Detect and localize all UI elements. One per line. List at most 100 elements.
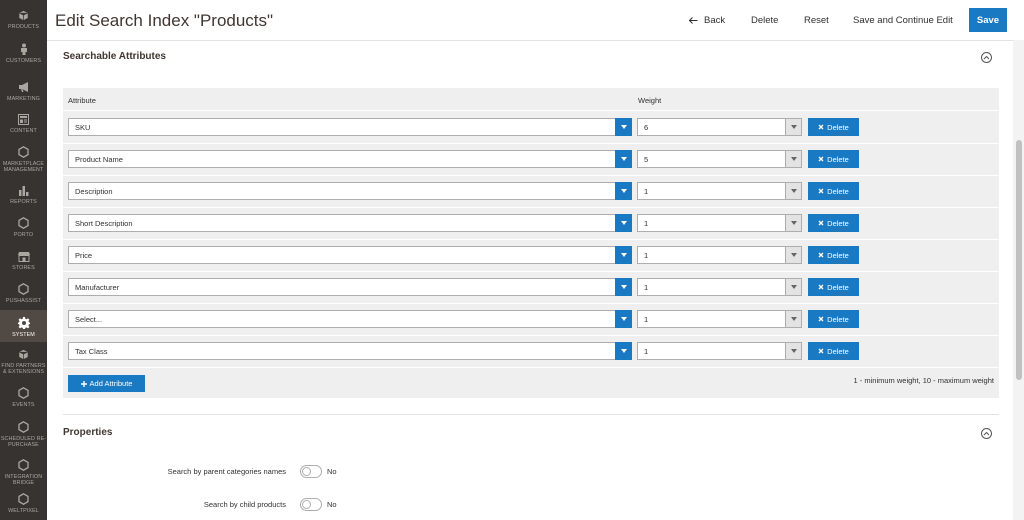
toggle-value: No: [327, 500, 337, 509]
field-label-parent-categories: Search by parent categories names: [167, 467, 286, 476]
chevron-down-icon: [615, 278, 632, 296]
chevron-down-icon: [785, 215, 801, 231]
nav-item-system[interactable]: SYSTEM: [0, 310, 47, 342]
bar-chart-icon: [17, 183, 31, 197]
row-divider: [63, 143, 999, 144]
nav-label: SYSTEM: [12, 332, 35, 338]
collapse-icon[interactable]: [981, 52, 992, 63]
back-label: Back: [704, 14, 726, 26]
attribute-select[interactable]: Short Description: [68, 214, 632, 232]
plus-icon: [80, 380, 87, 387]
back-button[interactable]: Back: [689, 8, 725, 32]
attribute-select[interactable]: Product Name: [68, 150, 632, 168]
nav-item-porto[interactable]: PORTO: [0, 216, 47, 240]
save-button[interactable]: Save: [969, 8, 1007, 32]
chevron-down-icon: [785, 311, 801, 327]
admin-sidebar: PRODUCTS CUSTOMERS MARKETING CONTENT MAR…: [0, 0, 47, 520]
nav-item-stores[interactable]: STORES: [0, 249, 47, 273]
attribute-select[interactable]: SKU: [68, 118, 632, 136]
attribute-value: Short Description: [75, 218, 133, 228]
store-icon: [17, 249, 31, 263]
chevron-down-icon: [785, 343, 801, 359]
nav-item-products[interactable]: PRODUCTS: [0, 8, 47, 36]
attribute-value: Tax Class: [75, 346, 108, 356]
nav-label: FIND PARTNERS & EXTENSIONS: [1, 363, 46, 375]
delete-row-button[interactable]: Delete: [808, 342, 859, 360]
hexagon-icon: [17, 386, 31, 400]
scrollbar-thumb[interactable]: [1016, 140, 1022, 380]
row-divider: [63, 335, 999, 336]
chevron-down-icon: [615, 310, 632, 328]
weight-select[interactable]: 1: [637, 278, 802, 296]
delete-index-button[interactable]: Delete: [751, 8, 778, 32]
delete-row-button[interactable]: Delete: [808, 246, 859, 264]
weight-value: 1: [644, 218, 649, 228]
section-title-properties[interactable]: Properties: [63, 427, 112, 438]
attribute-select[interactable]: Description: [68, 182, 632, 200]
hexagon-icon: [17, 145, 31, 159]
nav-item-marketplace-management[interactable]: MARKETPLACE MANAGEMENT: [0, 145, 47, 175]
weight-value: 5: [644, 154, 649, 164]
weight-value: 1: [644, 346, 649, 356]
nav-item-content[interactable]: CONTENT: [0, 112, 47, 136]
attribute-value: Select...: [75, 314, 103, 324]
chevron-down-icon: [785, 247, 801, 263]
nav-item-marketing[interactable]: MARKETING: [0, 80, 47, 104]
nav-label: SCHEDULED RE-PURCHASE: [0, 436, 47, 448]
row-divider: [63, 175, 999, 176]
row-divider: [63, 110, 999, 111]
delete-row-button[interactable]: Delete: [808, 310, 859, 328]
weight-select[interactable]: 1: [637, 182, 802, 200]
nav-label: PRODUCTS: [7, 24, 40, 30]
weight-value: 1: [644, 186, 649, 196]
nav-item-reports[interactable]: REPORTS: [0, 183, 47, 207]
gear-icon: [17, 316, 31, 330]
add-attribute-label: Add Attribute: [89, 379, 133, 388]
close-icon: [818, 316, 824, 322]
nav-item-events[interactable]: EVENTS: [0, 386, 47, 410]
hexagon-icon: [17, 492, 31, 506]
close-icon: [818, 252, 824, 258]
nav-item-weltpixel[interactable]: WELTPIXEL: [0, 492, 47, 516]
delete-label: Delete: [827, 314, 849, 324]
nav-label: STORES: [12, 265, 35, 271]
row-divider: [63, 303, 999, 304]
cube-icon: [17, 8, 31, 22]
nav-label: REPORTS: [10, 199, 37, 205]
attribute-select[interactable]: Select...: [68, 310, 632, 328]
nav-item-integration-bridge[interactable]: INTEGRATION BRIDGE: [0, 458, 47, 488]
weight-select[interactable]: 1: [637, 214, 802, 232]
attribute-select[interactable]: Price: [68, 246, 632, 264]
delete-label: Delete: [827, 346, 849, 356]
weight-select[interactable]: 1: [637, 246, 802, 264]
megaphone-icon: [17, 80, 31, 94]
chevron-down-icon: [615, 182, 632, 200]
delete-row-button[interactable]: Delete: [808, 214, 859, 232]
nav-item-find-partners[interactable]: FIND PARTNERS & EXTENSIONS: [0, 347, 47, 377]
section-title-searchable-attributes[interactable]: Searchable Attributes: [63, 51, 166, 62]
delete-row-button[interactable]: Delete: [808, 150, 859, 168]
reset-button[interactable]: Reset: [804, 8, 829, 32]
add-attribute-button[interactable]: Add Attribute: [68, 375, 145, 392]
nav-item-pushassist[interactable]: PUSHASSIST: [0, 282, 47, 306]
arrow-left-icon: [689, 16, 698, 24]
column-header-weight: Weight: [638, 96, 662, 105]
weight-select[interactable]: 6: [637, 118, 802, 136]
weight-value: 1: [644, 250, 649, 260]
attribute-select[interactable]: Manufacturer: [68, 278, 632, 296]
hexagon-icon: [17, 216, 31, 230]
delete-row-button[interactable]: Delete: [808, 278, 859, 296]
nav-item-customers[interactable]: CUSTOMERS: [0, 42, 47, 70]
weight-hint: 1 - minimum weight, 10 - maximum weight: [853, 376, 994, 385]
toggle-child-products[interactable]: [300, 498, 322, 511]
nav-item-scheduled-repurchase[interactable]: SCHEDULED RE-PURCHASE: [0, 420, 47, 450]
save-continue-button[interactable]: Save and Continue Edit: [853, 8, 953, 32]
attribute-select[interactable]: Tax Class: [68, 342, 632, 360]
weight-select[interactable]: 5: [637, 150, 802, 168]
delete-row-button[interactable]: Delete: [808, 118, 859, 136]
collapse-icon[interactable]: [981, 428, 992, 439]
weight-select[interactable]: 1: [637, 310, 802, 328]
delete-row-button[interactable]: Delete: [808, 182, 859, 200]
toggle-parent-categories[interactable]: [300, 465, 322, 478]
weight-select[interactable]: 1: [637, 342, 802, 360]
